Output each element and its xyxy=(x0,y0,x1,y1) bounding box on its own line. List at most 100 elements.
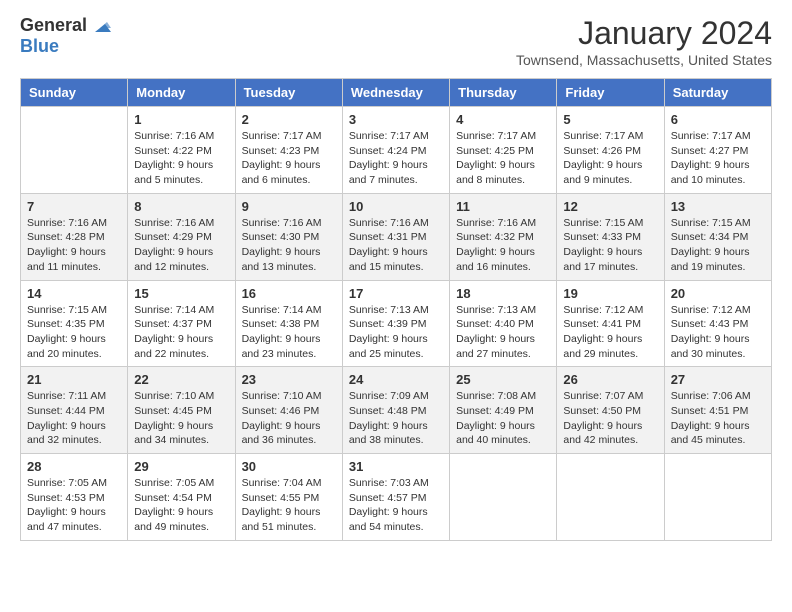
day-number: 12 xyxy=(563,199,657,214)
day-number: 24 xyxy=(349,372,443,387)
cell-content: Sunrise: 7:15 AMSunset: 4:34 PMDaylight:… xyxy=(671,216,765,275)
calendar-cell: 13 Sunrise: 7:15 AMSunset: 4:34 PMDayligh… xyxy=(664,193,771,280)
day-number: 31 xyxy=(349,459,443,474)
cell-content: Sunrise: 7:09 AMSunset: 4:48 PMDaylight:… xyxy=(349,389,443,448)
cell-content: Sunrise: 7:08 AMSunset: 4:49 PMDaylight:… xyxy=(456,389,550,448)
cell-content: Sunrise: 7:10 AMSunset: 4:45 PMDaylight:… xyxy=(134,389,228,448)
calendar-cell: 3Sunrise: 7:17 AMSunset: 4:24 PMDaylight… xyxy=(342,107,449,194)
cell-content: Sunrise: 7:03 AMSunset: 4:57 PMDaylight:… xyxy=(349,476,443,535)
calendar-cell: 27Sunrise: 7:06 AMSunset: 4:51 PMDayligh… xyxy=(664,367,771,454)
cell-content: Sunrise: 7:14 AMSunset: 4:38 PMDaylight:… xyxy=(242,303,336,362)
calendar-cell: 14 Sunrise: 7:15 AMSunset: 4:35 PMDayligh… xyxy=(21,280,128,367)
day-number: 29 xyxy=(134,459,228,474)
cell-content: Sunrise: 7:16 AMSunset: 4:31 PMDaylight:… xyxy=(349,216,443,275)
day-number: 15 xyxy=(134,286,228,301)
week-row-3: 14 Sunrise: 7:15 AMSunset: 4:35 PMDayligh… xyxy=(21,280,772,367)
day-number: 1 xyxy=(134,112,228,127)
calendar-body: 1 Sunrise: 7:16 AMSunset: 4:22 PMDaylight… xyxy=(21,107,772,541)
day-number: 4 xyxy=(456,112,550,127)
day-number: 17 xyxy=(349,286,443,301)
calendar-cell: 11 Sunrise: 7:16 AMSunset: 4:32 PMDayligh… xyxy=(450,193,557,280)
calendar-cell: 23 Sunrise: 7:10 AMSunset: 4:46 PMDayligh… xyxy=(235,367,342,454)
cell-content: Sunrise: 7:16 AMSunset: 4:22 PMDaylight:… xyxy=(134,129,228,188)
calendar-cell: 2 Sunrise: 7:17 AMSunset: 4:23 PMDaylight… xyxy=(235,107,342,194)
day-header-thursday: Thursday xyxy=(450,79,557,107)
calendar-cell: 24 Sunrise: 7:09 AMSunset: 4:48 PMDayligh… xyxy=(342,367,449,454)
calendar-cell: 26Sunrise: 7:07 AMSunset: 4:50 PMDayligh… xyxy=(557,367,664,454)
cell-content: Sunrise: 7:13 AMSunset: 4:40 PMDaylight:… xyxy=(456,303,550,362)
cell-content: Sunrise: 7:17 AMSunset: 4:23 PMDaylight:… xyxy=(242,129,336,188)
header: General Blue January 2024 Townsend, Mass… xyxy=(20,15,772,68)
day-number: 23 xyxy=(242,372,336,387)
day-header-sunday: Sunday xyxy=(21,79,128,107)
calendar-cell: 7Sunrise: 7:16 AMSunset: 4:28 PMDaylight… xyxy=(21,193,128,280)
cell-content: Sunrise: 7:17 AMSunset: 4:25 PMDaylight:… xyxy=(456,129,550,188)
calendar-cell: 18 Sunrise: 7:13 AMSunset: 4:40 PMDayligh… xyxy=(450,280,557,367)
day-number: 18 xyxy=(456,286,550,301)
logo-icon xyxy=(89,14,111,36)
calendar-cell: 6 Sunrise: 7:17 AMSunset: 4:27 PMDaylight… xyxy=(664,107,771,194)
calendar-cell: 31 Sunrise: 7:03 AMSunset: 4:57 PMDayligh… xyxy=(342,454,449,541)
day-number: 2 xyxy=(242,112,336,127)
day-number: 11 xyxy=(456,199,550,214)
calendar-cell: 15 Sunrise: 7:14 AMSunset: 4:37 PMDayligh… xyxy=(128,280,235,367)
cell-content: Sunrise: 7:16 AMSunset: 4:32 PMDaylight:… xyxy=(456,216,550,275)
calendar-cell: 12 Sunrise: 7:15 AMSunset: 4:33 PMDayligh… xyxy=(557,193,664,280)
day-number: 28 xyxy=(27,459,121,474)
cell-content: Sunrise: 7:05 AMSunset: 4:53 PMDaylight:… xyxy=(27,476,121,535)
cell-content: Sunrise: 7:16 AMSunset: 4:29 PMDaylight:… xyxy=(134,216,228,275)
cell-content: Sunrise: 7:05 AMSunset: 4:54 PMDaylight:… xyxy=(134,476,228,535)
calendar-cell: 29 Sunrise: 7:05 AMSunset: 4:54 PMDayligh… xyxy=(128,454,235,541)
location: Townsend, Massachusetts, United States xyxy=(516,52,772,68)
cell-content: Sunrise: 7:04 AMSunset: 4:55 PMDaylight:… xyxy=(242,476,336,535)
calendar-cell xyxy=(664,454,771,541)
day-header-monday: Monday xyxy=(128,79,235,107)
cell-content: Sunrise: 7:16 AMSunset: 4:30 PMDaylight:… xyxy=(242,216,336,275)
cell-content: Sunrise: 7:07 AMSunset: 4:50 PMDaylight:… xyxy=(563,389,657,448)
calendar-cell: 28 Sunrise: 7:05 AMSunset: 4:53 PMDayligh… xyxy=(21,454,128,541)
day-number: 5 xyxy=(563,112,657,127)
day-number: 10 xyxy=(349,199,443,214)
calendar-cell: 25Sunrise: 7:08 AMSunset: 4:49 PMDayligh… xyxy=(450,367,557,454)
calendar-cell xyxy=(450,454,557,541)
day-number: 14 xyxy=(27,286,121,301)
day-number: 13 xyxy=(671,199,765,214)
day-header-saturday: Saturday xyxy=(664,79,771,107)
cell-content: Sunrise: 7:12 AMSunset: 4:41 PMDaylight:… xyxy=(563,303,657,362)
day-number: 6 xyxy=(671,112,765,127)
day-number: 20 xyxy=(671,286,765,301)
day-number: 16 xyxy=(242,286,336,301)
calendar-cell: 16 Sunrise: 7:14 AMSunset: 4:38 PMDayligh… xyxy=(235,280,342,367)
calendar-header-row: SundayMondayTuesdayWednesdayThursdayFrid… xyxy=(21,79,772,107)
calendar-cell: 5 Sunrise: 7:17 AMSunset: 4:26 PMDaylight… xyxy=(557,107,664,194)
week-row-2: 7Sunrise: 7:16 AMSunset: 4:28 PMDaylight… xyxy=(21,193,772,280)
week-row-5: 28 Sunrise: 7:05 AMSunset: 4:53 PMDayligh… xyxy=(21,454,772,541)
day-number: 22 xyxy=(134,372,228,387)
calendar-cell: 21Sunrise: 7:11 AMSunset: 4:44 PMDayligh… xyxy=(21,367,128,454)
cell-content: Sunrise: 7:10 AMSunset: 4:46 PMDaylight:… xyxy=(242,389,336,448)
cell-content: Sunrise: 7:14 AMSunset: 4:37 PMDaylight:… xyxy=(134,303,228,362)
calendar-cell: 9Sunrise: 7:16 AMSunset: 4:30 PMDaylight… xyxy=(235,193,342,280)
day-header-friday: Friday xyxy=(557,79,664,107)
calendar-cell: 8Sunrise: 7:16 AMSunset: 4:29 PMDaylight… xyxy=(128,193,235,280)
week-row-1: 1 Sunrise: 7:16 AMSunset: 4:22 PMDaylight… xyxy=(21,107,772,194)
day-header-tuesday: Tuesday xyxy=(235,79,342,107)
day-number: 19 xyxy=(563,286,657,301)
cell-content: Sunrise: 7:17 AMSunset: 4:27 PMDaylight:… xyxy=(671,129,765,188)
logo-blue-text: Blue xyxy=(20,36,59,57)
cell-content: Sunrise: 7:15 AMSunset: 4:33 PMDaylight:… xyxy=(563,216,657,275)
calendar-cell: 20Sunrise: 7:12 AMSunset: 4:43 PMDayligh… xyxy=(664,280,771,367)
cell-content: Sunrise: 7:17 AMSunset: 4:24 PMDaylight:… xyxy=(349,129,443,188)
day-number: 7 xyxy=(27,199,121,214)
cell-content: Sunrise: 7:11 AMSunset: 4:44 PMDaylight:… xyxy=(27,389,121,448)
calendar-cell: 30 Sunrise: 7:04 AMSunset: 4:55 PMDayligh… xyxy=(235,454,342,541)
calendar-cell: 17Sunrise: 7:13 AMSunset: 4:39 PMDayligh… xyxy=(342,280,449,367)
calendar-cell: 10 Sunrise: 7:16 AMSunset: 4:31 PMDayligh… xyxy=(342,193,449,280)
calendar-cell: 22 Sunrise: 7:10 AMSunset: 4:45 PMDayligh… xyxy=(128,367,235,454)
calendar-cell xyxy=(557,454,664,541)
calendar-cell xyxy=(21,107,128,194)
cell-content: Sunrise: 7:17 AMSunset: 4:26 PMDaylight:… xyxy=(563,129,657,188)
day-number: 30 xyxy=(242,459,336,474)
week-row-4: 21Sunrise: 7:11 AMSunset: 4:44 PMDayligh… xyxy=(21,367,772,454)
cell-content: Sunrise: 7:15 AMSunset: 4:35 PMDaylight:… xyxy=(27,303,121,362)
